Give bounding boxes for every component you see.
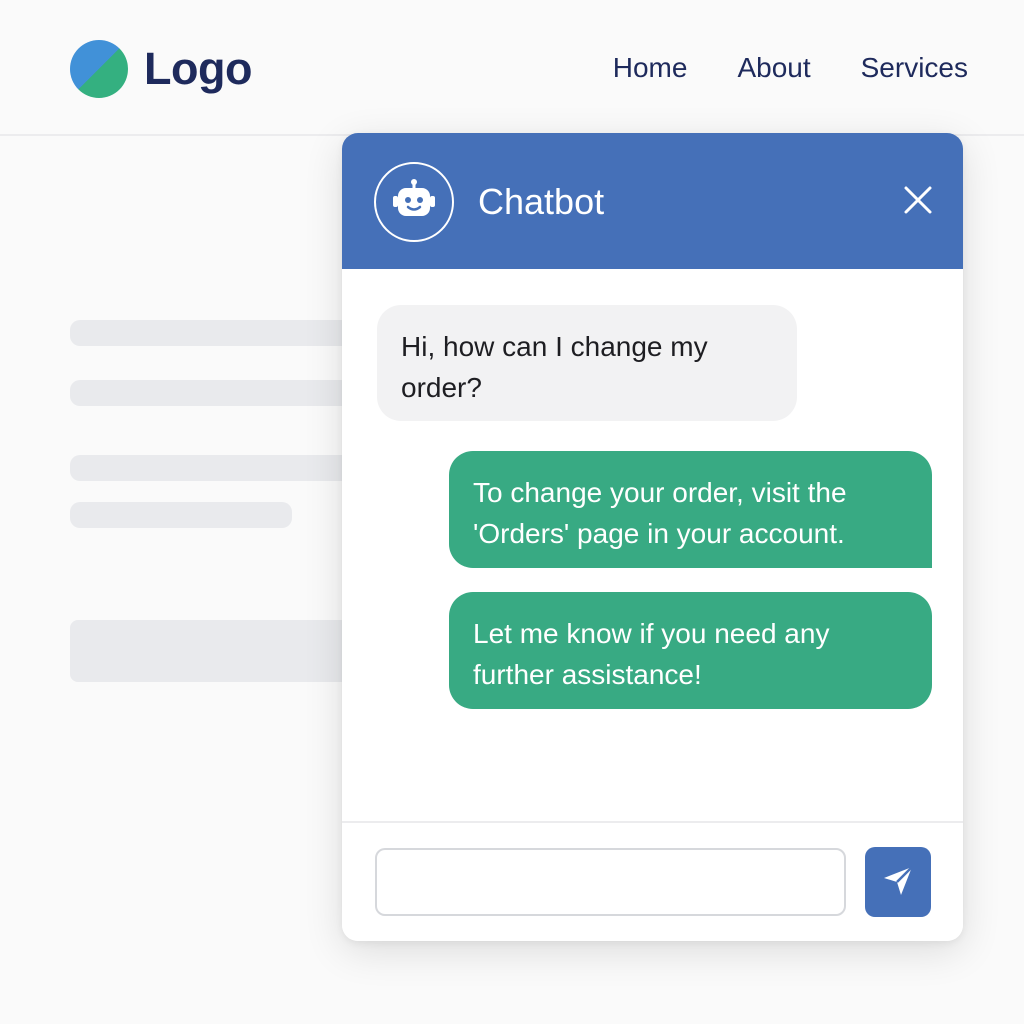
nav-link-about[interactable]: About [737,52,810,84]
send-button[interactable] [865,847,931,917]
nav-link-services[interactable]: Services [861,52,968,84]
placeholder-line [70,455,360,481]
bot-message: Let me know if you need any further assi… [449,592,932,709]
logo-text: Logo [144,43,252,94]
placeholder-block [70,620,360,682]
close-icon [904,186,932,214]
nav-link-home[interactable]: Home [613,52,688,84]
placeholder-line [70,502,292,528]
close-button[interactable] [903,185,933,215]
user-message: Hi, how can I change my order? [377,305,797,421]
placeholder-line [70,320,360,346]
chat-header: Chatbot [342,133,963,269]
bot-message: To change your order, visit the 'Orders'… [449,451,932,568]
chat-widget: Chatbot Hi, how can I change my order? T… [342,133,963,941]
chat-title: Chatbot [478,181,605,222]
logo[interactable]: Logo [70,40,252,98]
robot-icon [393,179,435,216]
message-input[interactable] [375,848,846,916]
message-composer [342,821,963,941]
send-icon [884,866,913,895]
site-header: Logo Home About Services [0,0,1024,136]
page: Logo Home About Services Chatbot Hi, how… [0,0,1024,1024]
logo-icon [70,40,128,98]
main-nav: Home About Services [563,52,968,84]
bot-avatar [374,162,454,242]
placeholder-line [70,380,360,406]
